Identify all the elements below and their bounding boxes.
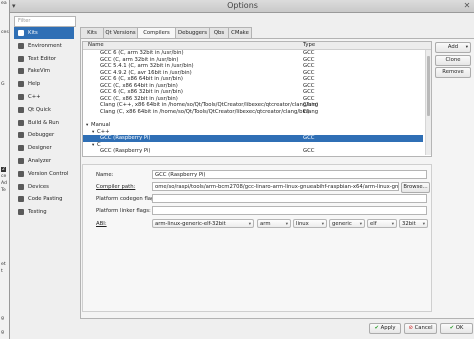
debugger-icon [18, 132, 24, 139]
category-devices[interactable]: Devices [14, 181, 74, 193]
kits-icon [18, 30, 24, 36]
linker-flags-field[interactable] [152, 206, 427, 215]
checkmark-icon: ✔ [374, 325, 379, 331]
abi-arch-select[interactable]: arm ▾ [257, 219, 291, 228]
codegen-flags-field[interactable] [152, 194, 427, 203]
category-designer[interactable]: Designer [14, 142, 74, 154]
chevron-down-icon: ▾ [285, 222, 288, 227]
category-qt-quick[interactable]: Qt Quick [14, 104, 74, 116]
tree-scrollbar[interactable] [425, 50, 431, 155]
tree-header: Name Type [83, 42, 431, 50]
abi-width-select[interactable]: 32bit ▾ [399, 219, 428, 228]
code-pasting-icon [18, 196, 24, 203]
window-title: Options [227, 1, 258, 10]
compiler-tree[interactable]: Name Type GCC 6 (C, arm 32bit in /usr/bi… [82, 41, 432, 157]
abi-flavor-select[interactable]: generic ▾ [329, 219, 365, 228]
analyzer-icon [18, 158, 24, 164]
browse-button[interactable]: Browse... [401, 182, 430, 193]
category-code-pasting[interactable]: Code Pasting [14, 193, 74, 205]
apply-button[interactable]: ✔ Apply [369, 323, 401, 334]
abi-os-select[interactable]: linux ▾ [293, 219, 327, 228]
tab-qt-versions[interactable]: Qt Versions [103, 27, 138, 38]
tab-cmake[interactable]: CMake [228, 27, 252, 38]
name-label: Name: [96, 172, 114, 178]
category-fakevim[interactable]: FakeVim [14, 65, 74, 77]
category-help[interactable]: Help [14, 78, 74, 90]
background-text: et [1, 262, 6, 267]
options-dialog: ▾ Options ✕ Filter Kits Environment Text E… [9, 0, 474, 339]
category-analyzer[interactable]: Analyzer [14, 155, 74, 167]
category-testing[interactable]: Testing [14, 206, 74, 218]
text-editor-icon [18, 55, 24, 62]
fakevim-icon [18, 68, 24, 75]
environment-icon [18, 42, 24, 49]
cpp-icon [18, 94, 24, 100]
checkmark-icon: ✔ [449, 325, 455, 331]
clone-button[interactable]: Clone [435, 55, 471, 66]
compiler-path-field[interactable]: ome/so/raspi/tools/arm-bcm2708/gcc-linar… [152, 182, 399, 191]
category-c-[interactable]: C++ [14, 91, 74, 103]
chevron-down-icon: ▾ [391, 222, 394, 227]
chevron-down-icon: ▾ [248, 222, 251, 227]
chevron-down-icon: ▾ [422, 222, 425, 227]
background-text: g [1, 330, 4, 335]
chevron-down-icon: ▾ [359, 222, 362, 227]
compiler-path-label: Compiler path: [96, 184, 136, 190]
tab-debuggers[interactable]: Debuggers [175, 27, 210, 38]
ok-button[interactable]: ✔ OK [440, 323, 473, 334]
background-text: ce [1, 174, 7, 179]
category-environment[interactable]: Environment [14, 40, 74, 52]
add-button[interactable]: Add ▾ [435, 42, 471, 53]
cancel-icon: ⊘ [408, 325, 413, 331]
category-version-control[interactable]: Version Control [14, 168, 74, 180]
version-control-icon [18, 170, 24, 177]
abi-format-select[interactable]: elf ▾ [367, 219, 397, 228]
dialog-footer: ✔ Apply ⊘ Cancel ✔ OK [80, 321, 473, 335]
category-text-editor[interactable]: Text Editor [14, 53, 74, 65]
background-text: g [1, 316, 4, 321]
tab-qbs[interactable]: Qbs [209, 27, 229, 38]
tree-row-name: GCC (Raspberry Pi) [100, 148, 151, 155]
qt-quick-icon [18, 106, 24, 113]
category-kits[interactable]: Kits [14, 27, 74, 39]
chevron-down-icon: ▾ [465, 45, 468, 50]
remove-button[interactable]: Remove [435, 67, 471, 78]
background-text: ea [1, 1, 7, 6]
designer-icon [18, 145, 24, 152]
name-field[interactable]: GCC (Raspberry Pi) [152, 170, 427, 179]
build-run-icon [18, 119, 24, 126]
testing-icon [18, 209, 24, 216]
background-text: Te [1, 188, 6, 193]
background-text: ces [1, 30, 9, 35]
codegen-flags-label: Platform codegen flags: [96, 196, 159, 202]
chevron-down-icon: ▾ [321, 222, 324, 227]
close-icon[interactable]: ✕ [462, 1, 472, 11]
title-bar[interactable]: ▾ Options ✕ [10, 0, 474, 13]
category-debugger[interactable]: Debugger [14, 129, 74, 141]
category-build-run[interactable]: Build & Run [14, 117, 74, 129]
help-icon [18, 81, 24, 88]
tree-row[interactable]: GCC (Raspberry Pi) GCC [83, 148, 423, 155]
scrollbar-thumb[interactable] [427, 56, 430, 116]
filter-input[interactable]: Filter [14, 16, 76, 27]
column-header-name[interactable]: Name [88, 42, 104, 49]
background-text: t [1, 269, 3, 274]
background-text: G [1, 82, 5, 87]
tree-row-type: GCC [303, 148, 315, 155]
background-text: 2 [1, 167, 6, 172]
abi-label: ABI: [96, 221, 107, 227]
compiler-details: Name: GCC (Raspberry Pi) Compiler path: … [82, 164, 432, 312]
category-list: Kits Environment Text Editor FakeVim Help C++… [14, 27, 74, 220]
column-header-type[interactable]: Type [303, 42, 315, 49]
abi-select[interactable]: arm-linux-generic-elf-32bit ▾ [152, 219, 254, 228]
linker-flags-label: Platform linker flags: [96, 208, 151, 214]
devices-icon [18, 183, 24, 190]
background-text: Ad [1, 181, 7, 186]
cancel-button[interactable]: ⊘ Cancel [404, 323, 437, 334]
tab-kits[interactable]: Kits [80, 27, 104, 38]
